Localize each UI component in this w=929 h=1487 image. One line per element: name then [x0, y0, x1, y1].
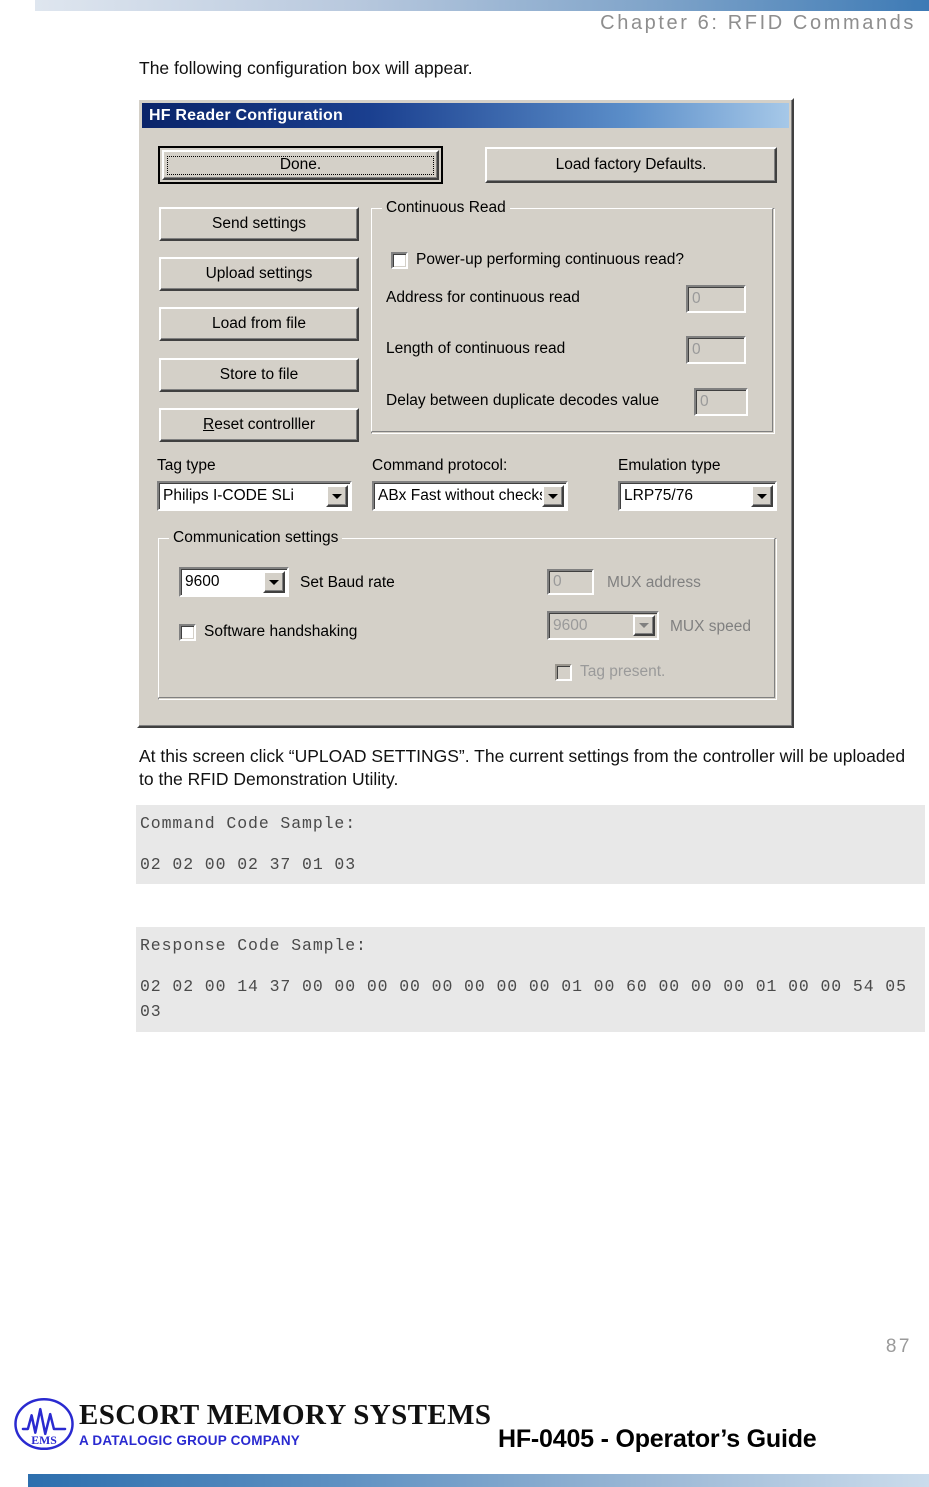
communication-settings-group-title: Communication settings — [169, 529, 343, 547]
mux-speed-value: 9600 — [553, 616, 588, 634]
response-code-sample-label: Response Code Sample: — [140, 936, 367, 955]
continuous-read-group-title: Continuous Read — [382, 199, 510, 217]
reset-controller-rest-text: eset controlller — [214, 416, 315, 433]
continuous-read-groupbox: Continuous Read Power-up performing cont… — [371, 199, 775, 434]
length-of-continuous-read-value: 0 — [692, 341, 701, 358]
length-of-continuous-read-field[interactable]: 0 — [686, 336, 746, 364]
length-of-continuous-read-label: Length of continuous read — [386, 340, 566, 357]
page-top-accent-bar — [35, 0, 929, 11]
software-handshaking-checkbox[interactable]: Software handshaking — [179, 623, 357, 641]
chevron-down-icon[interactable] — [633, 615, 655, 636]
ems-logo-icon: EMS — [14, 1397, 74, 1451]
address-for-continuous-read-value: 0 — [692, 290, 701, 307]
chevron-down-icon[interactable] — [542, 485, 564, 507]
dialog-titlebar: HF Reader Configuration — [142, 103, 789, 128]
emulation-type-combobox[interactable]: LRP75/76 — [618, 481, 777, 511]
reset-controller-accel-char: R — [203, 416, 215, 433]
tag-present-label: Tag present. — [580, 663, 666, 680]
instruction-paragraph: At this screen click “UPLOAD SETTINGS”. … — [139, 746, 906, 790]
done-button[interactable]: Done. — [158, 146, 443, 184]
checkbox-box-icon — [391, 251, 408, 269]
chevron-down-icon[interactable] — [326, 485, 348, 507]
chapter-header: Chapter 6: RFID Commands — [600, 12, 916, 34]
checkbox-box-icon — [555, 663, 572, 681]
chevron-down-icon[interactable] — [263, 571, 285, 593]
delay-duplicate-decodes-field[interactable]: 0 — [694, 388, 748, 416]
svg-text:EMS: EMS — [31, 1434, 57, 1447]
communication-settings-groupbox: Communication settings 9600 Set Baud rat… — [158, 529, 777, 700]
mux-address-label: MUX address — [607, 574, 701, 591]
reset-controller-button[interactable]: Reset controlller — [159, 408, 359, 442]
emulation-type-value: LRP75/76 — [624, 487, 693, 504]
hf-reader-configuration-dialog: HF Reader Configuration Done. Load facto… — [137, 98, 794, 728]
baud-rate-label: Set Baud rate — [300, 574, 395, 591]
send-settings-button[interactable]: Send settings — [159, 207, 359, 241]
tag-present-checkbox[interactable]: Tag present. — [555, 663, 665, 681]
company-name: ESCORT MEMORY SYSTEMS — [79, 1398, 492, 1431]
command-protocol-combobox[interactable]: ABx Fast without checksum — [372, 481, 568, 511]
command-code-sample-block: Command Code Sample: 02 02 00 02 37 01 0… — [136, 805, 925, 885]
mux-speed-label: MUX speed — [670, 618, 751, 635]
address-for-continuous-read-label: Address for continuous read — [386, 289, 580, 306]
powerup-continuous-read-label: Power-up performing continuous read? — [416, 251, 684, 268]
response-code-sample-block: Response Code Sample: 02 02 00 14 37 00 … — [136, 927, 925, 1032]
baud-rate-value: 9600 — [185, 573, 220, 590]
checkbox-box-icon — [179, 623, 196, 641]
send-settings-label: Send settings — [212, 215, 306, 232]
baud-rate-combobox[interactable]: 9600 — [179, 567, 289, 597]
tag-type-value: Philips I-CODE SLi — [163, 487, 294, 504]
load-factory-defaults-button[interactable]: Load factory Defaults. — [485, 147, 777, 183]
address-for-continuous-read-field[interactable]: 0 — [686, 285, 746, 313]
mux-address-value: 0 — [553, 573, 562, 590]
command-code-sample-value: 02 02 00 02 37 01 03 — [140, 854, 357, 874]
store-to-file-label: Store to file — [219, 366, 299, 383]
upload-settings-button[interactable]: Upload settings — [159, 257, 359, 291]
mux-address-field[interactable]: 0 — [547, 569, 594, 595]
page-number: 87 — [885, 1336, 912, 1357]
chevron-down-icon[interactable] — [751, 485, 773, 507]
command-protocol-label: Command protocol: — [372, 457, 508, 474]
footer-logo: EMS ESCORT MEMORY SYSTEMS A DATALOGIC GR… — [13, 1393, 491, 1455]
guide-title: HF-0405 - Operator’s Guide — [498, 1425, 817, 1453]
tag-type-label: Tag type — [157, 457, 216, 474]
company-tagline: A DATALOGIC GROUP COMPANY — [79, 1432, 300, 1448]
reset-controller-label: Reset controlller — [203, 416, 315, 434]
intro-paragraph: The following configuration box will app… — [139, 58, 473, 78]
dialog-title-text: HF Reader Configuration — [149, 106, 343, 124]
mux-speed-combobox[interactable]: 9600 — [547, 611, 659, 640]
load-from-file-label: Load from file — [212, 315, 306, 332]
page-bottom-accent-bar — [28, 1474, 929, 1487]
command-protocol-value: ABx Fast without checksum — [378, 487, 542, 504]
emulation-type-label: Emulation type — [618, 457, 721, 474]
load-factory-defaults-label: Load factory Defaults. — [555, 156, 707, 173]
response-code-sample-value: 02 02 00 14 37 00 00 00 00 00 00 00 00 0… — [140, 976, 918, 1022]
upload-settings-label: Upload settings — [205, 265, 313, 282]
load-from-file-button[interactable]: Load from file — [159, 307, 359, 341]
delay-duplicate-decodes-value: 0 — [700, 393, 709, 410]
store-to-file-button[interactable]: Store to file — [159, 358, 359, 392]
done-button-label: Done. — [279, 156, 322, 173]
powerup-continuous-read-checkbox[interactable]: Power-up performing continuous read? — [391, 251, 684, 269]
command-code-sample-label: Command Code Sample: — [140, 814, 357, 833]
tag-type-combobox[interactable]: Philips I-CODE SLi — [157, 481, 352, 511]
delay-duplicate-decodes-label: Delay between duplicate decodes value — [386, 392, 660, 409]
software-handshaking-label: Software handshaking — [204, 623, 358, 640]
